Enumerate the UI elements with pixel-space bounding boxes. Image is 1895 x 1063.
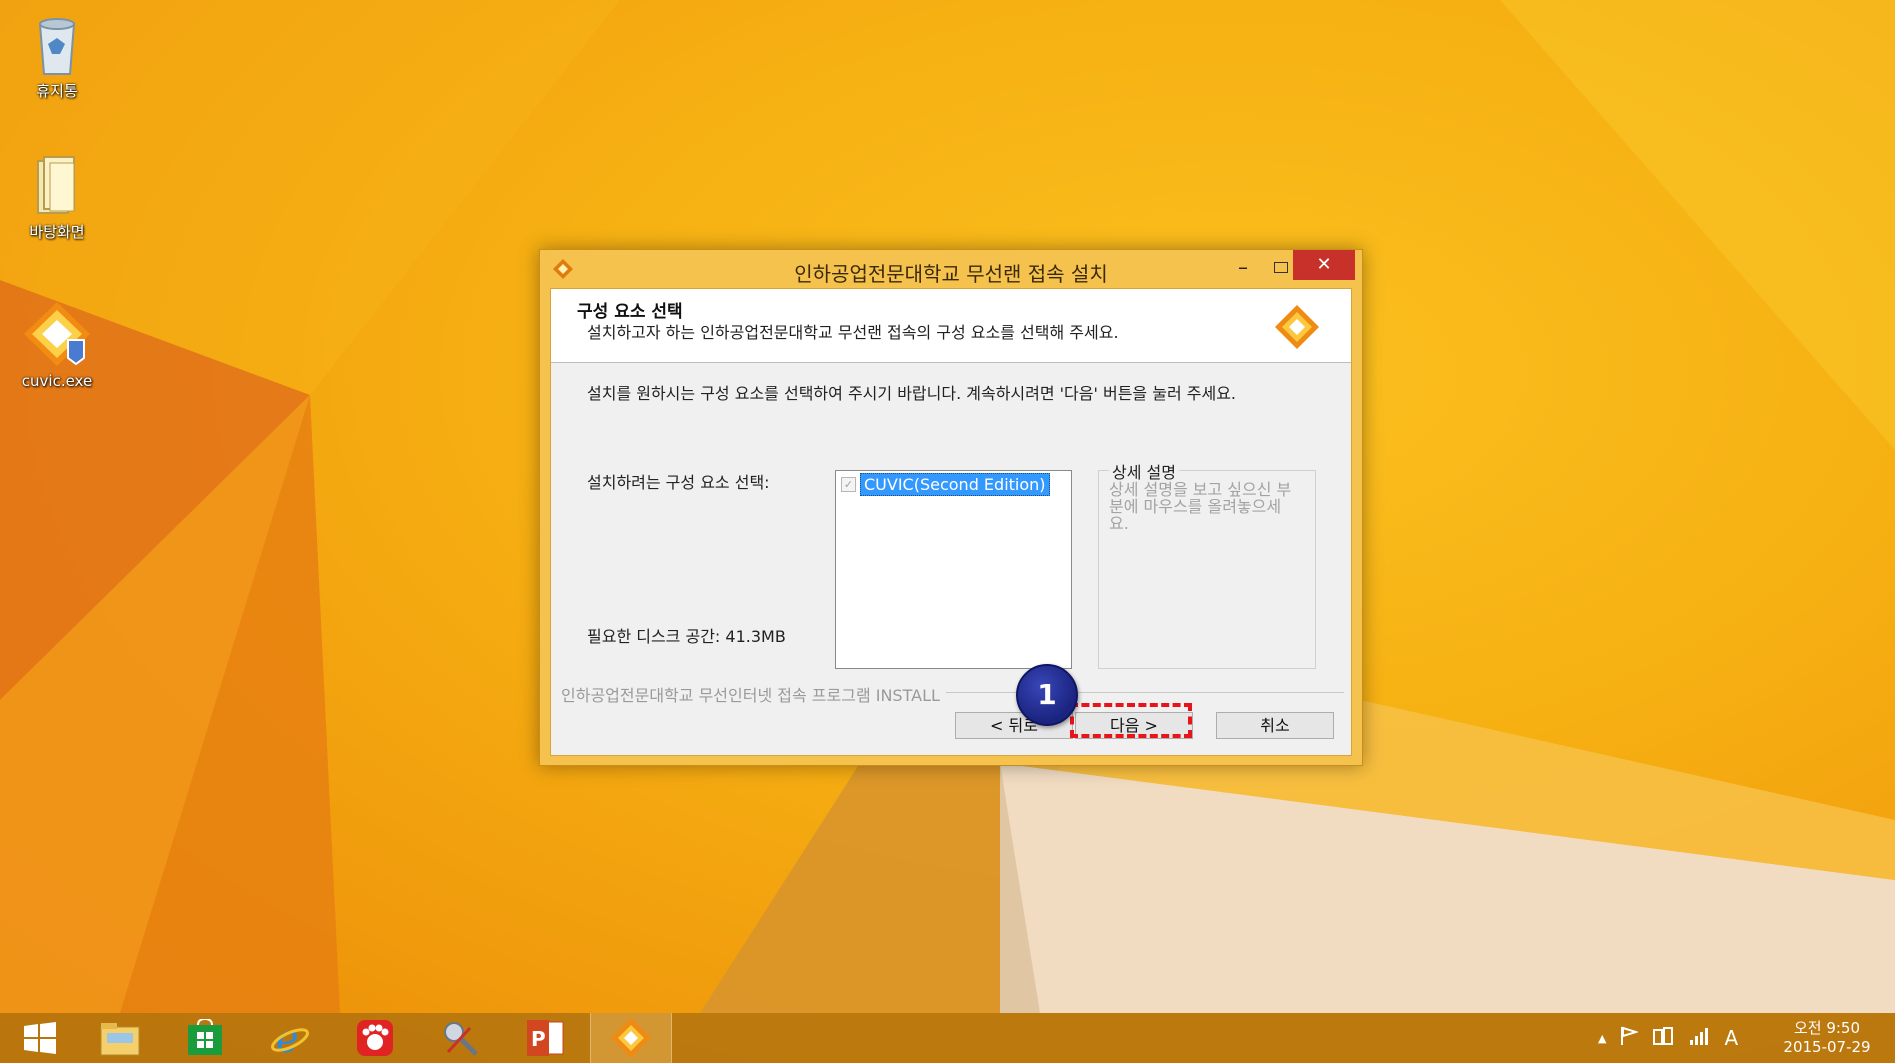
- start-icon: [24, 1022, 56, 1054]
- taskbar-store[interactable]: [165, 1013, 245, 1063]
- desktop-icon-label: 바탕화면: [29, 223, 85, 241]
- desktop-icon-desktop-folder[interactable]: 바탕화면: [12, 155, 102, 242]
- folder-icon: [37, 156, 75, 214]
- component-list[interactable]: ✓ CUVIC(Second Edition): [835, 470, 1072, 669]
- taskbar-file-explorer[interactable]: [80, 1013, 160, 1063]
- component-item-cuvic[interactable]: ✓ CUVIC(Second Edition): [841, 472, 1050, 496]
- wizard-header-subtitle: 설치하고자 하는 인하공업전문대학교 무선랜 접속의 구성 요소를 선택해 주세…: [587, 323, 1119, 342]
- installer-dialog: 인하공업전문대학교 무선랜 접속 설치 – ✕ 구성 요소 선택 설치하고자 하…: [539, 249, 1363, 766]
- start-button[interactable]: [0, 1013, 80, 1063]
- minimize-button[interactable]: –: [1226, 252, 1260, 282]
- signal-icon[interactable]: [1688, 1026, 1710, 1050]
- description-text: 상세 설명을 보고 싶으신 부분에 마우스를 올려놓으세요.: [1109, 480, 1292, 533]
- description-group: 상세 설명 상세 설명을 보고 싶으신 부분에 마우스를 올려놓으세요.: [1098, 459, 1316, 669]
- tools-app-icon: [444, 1022, 478, 1056]
- svg-text:P: P: [531, 1027, 546, 1051]
- network-icon[interactable]: [1652, 1026, 1674, 1050]
- taskbar-paw-app[interactable]: [335, 1013, 415, 1063]
- dialog-titlebar[interactable]: 인하공업전문대학교 무선랜 접속 설치 – ✕: [540, 250, 1362, 288]
- component-checkbox[interactable]: ✓: [841, 476, 856, 492]
- step-number-badge: 1: [1016, 664, 1078, 726]
- installer-icon: [611, 1018, 651, 1058]
- action-center-icon[interactable]: [1620, 1026, 1640, 1050]
- taskbar-tools-app[interactable]: [420, 1013, 500, 1063]
- taskbar-internet-explorer[interactable]: e: [250, 1013, 330, 1063]
- powerpoint-icon: P: [527, 1020, 564, 1056]
- dialog-client-area: 구성 요소 선택 설치하고자 하는 인하공업전문대학교 무선랜 접속의 구성 요…: [550, 288, 1352, 756]
- select-components-label: 설치하려는 구성 요소 선택:: [587, 473, 770, 492]
- desktop-icon-label: 휴지통: [36, 82, 78, 100]
- paw-app-icon: [357, 1020, 393, 1056]
- desktop-icon-cuvic[interactable]: cuvic.exe: [12, 300, 102, 390]
- component-label[interactable]: CUVIC(Second Edition): [860, 472, 1050, 496]
- input-method-indicator[interactable]: A: [1724, 1026, 1738, 1050]
- desktop-icon-label: cuvic.exe: [21, 372, 93, 390]
- store-icon: [188, 1019, 222, 1055]
- brand-text: 인하공업전문대학교 무선인터넷 접속 프로그램 INSTALL: [561, 682, 946, 706]
- installer-icon: [24, 302, 90, 366]
- disk-space-label: 필요한 디스크 공간: 41.3MB: [587, 627, 786, 646]
- recycle-bin-icon: [38, 18, 76, 75]
- taskbar: e P ▲ A 오전 9:50 2015-07-29: [0, 1013, 1895, 1063]
- show-hidden-icons-button[interactable]: ▲: [1598, 1032, 1606, 1045]
- taskbar-powerpoint[interactable]: P: [505, 1013, 585, 1063]
- file-explorer-icon: [100, 1023, 140, 1056]
- clock-date: 2015-07-29: [1783, 1038, 1871, 1056]
- desktop-icon-recycle-bin[interactable]: 휴지통: [12, 14, 102, 101]
- close-button[interactable]: ✕: [1293, 250, 1355, 280]
- clock[interactable]: 오전 9:50 2015-07-29: [1772, 1019, 1882, 1057]
- system-tray: ▲ A: [1598, 1013, 1752, 1063]
- product-logo-icon: [1275, 305, 1319, 349]
- internet-explorer-icon: e: [271, 1018, 309, 1058]
- taskbar-installer[interactable]: [590, 1013, 672, 1063]
- wizard-header: 구성 요소 선택 설치하고자 하는 인하공업전문대학교 무선랜 접속의 구성 요…: [551, 289, 1351, 363]
- clock-time: 오전 9:50: [1793, 1019, 1861, 1037]
- cancel-button[interactable]: 취소: [1216, 712, 1334, 739]
- instructions-text: 설치를 원하시는 구성 요소를 선택하여 주시기 바랍니다. 계속하시려면 '다…: [587, 384, 1236, 403]
- next-button-highlight: [1070, 703, 1192, 738]
- maximize-icon: [1274, 262, 1288, 273]
